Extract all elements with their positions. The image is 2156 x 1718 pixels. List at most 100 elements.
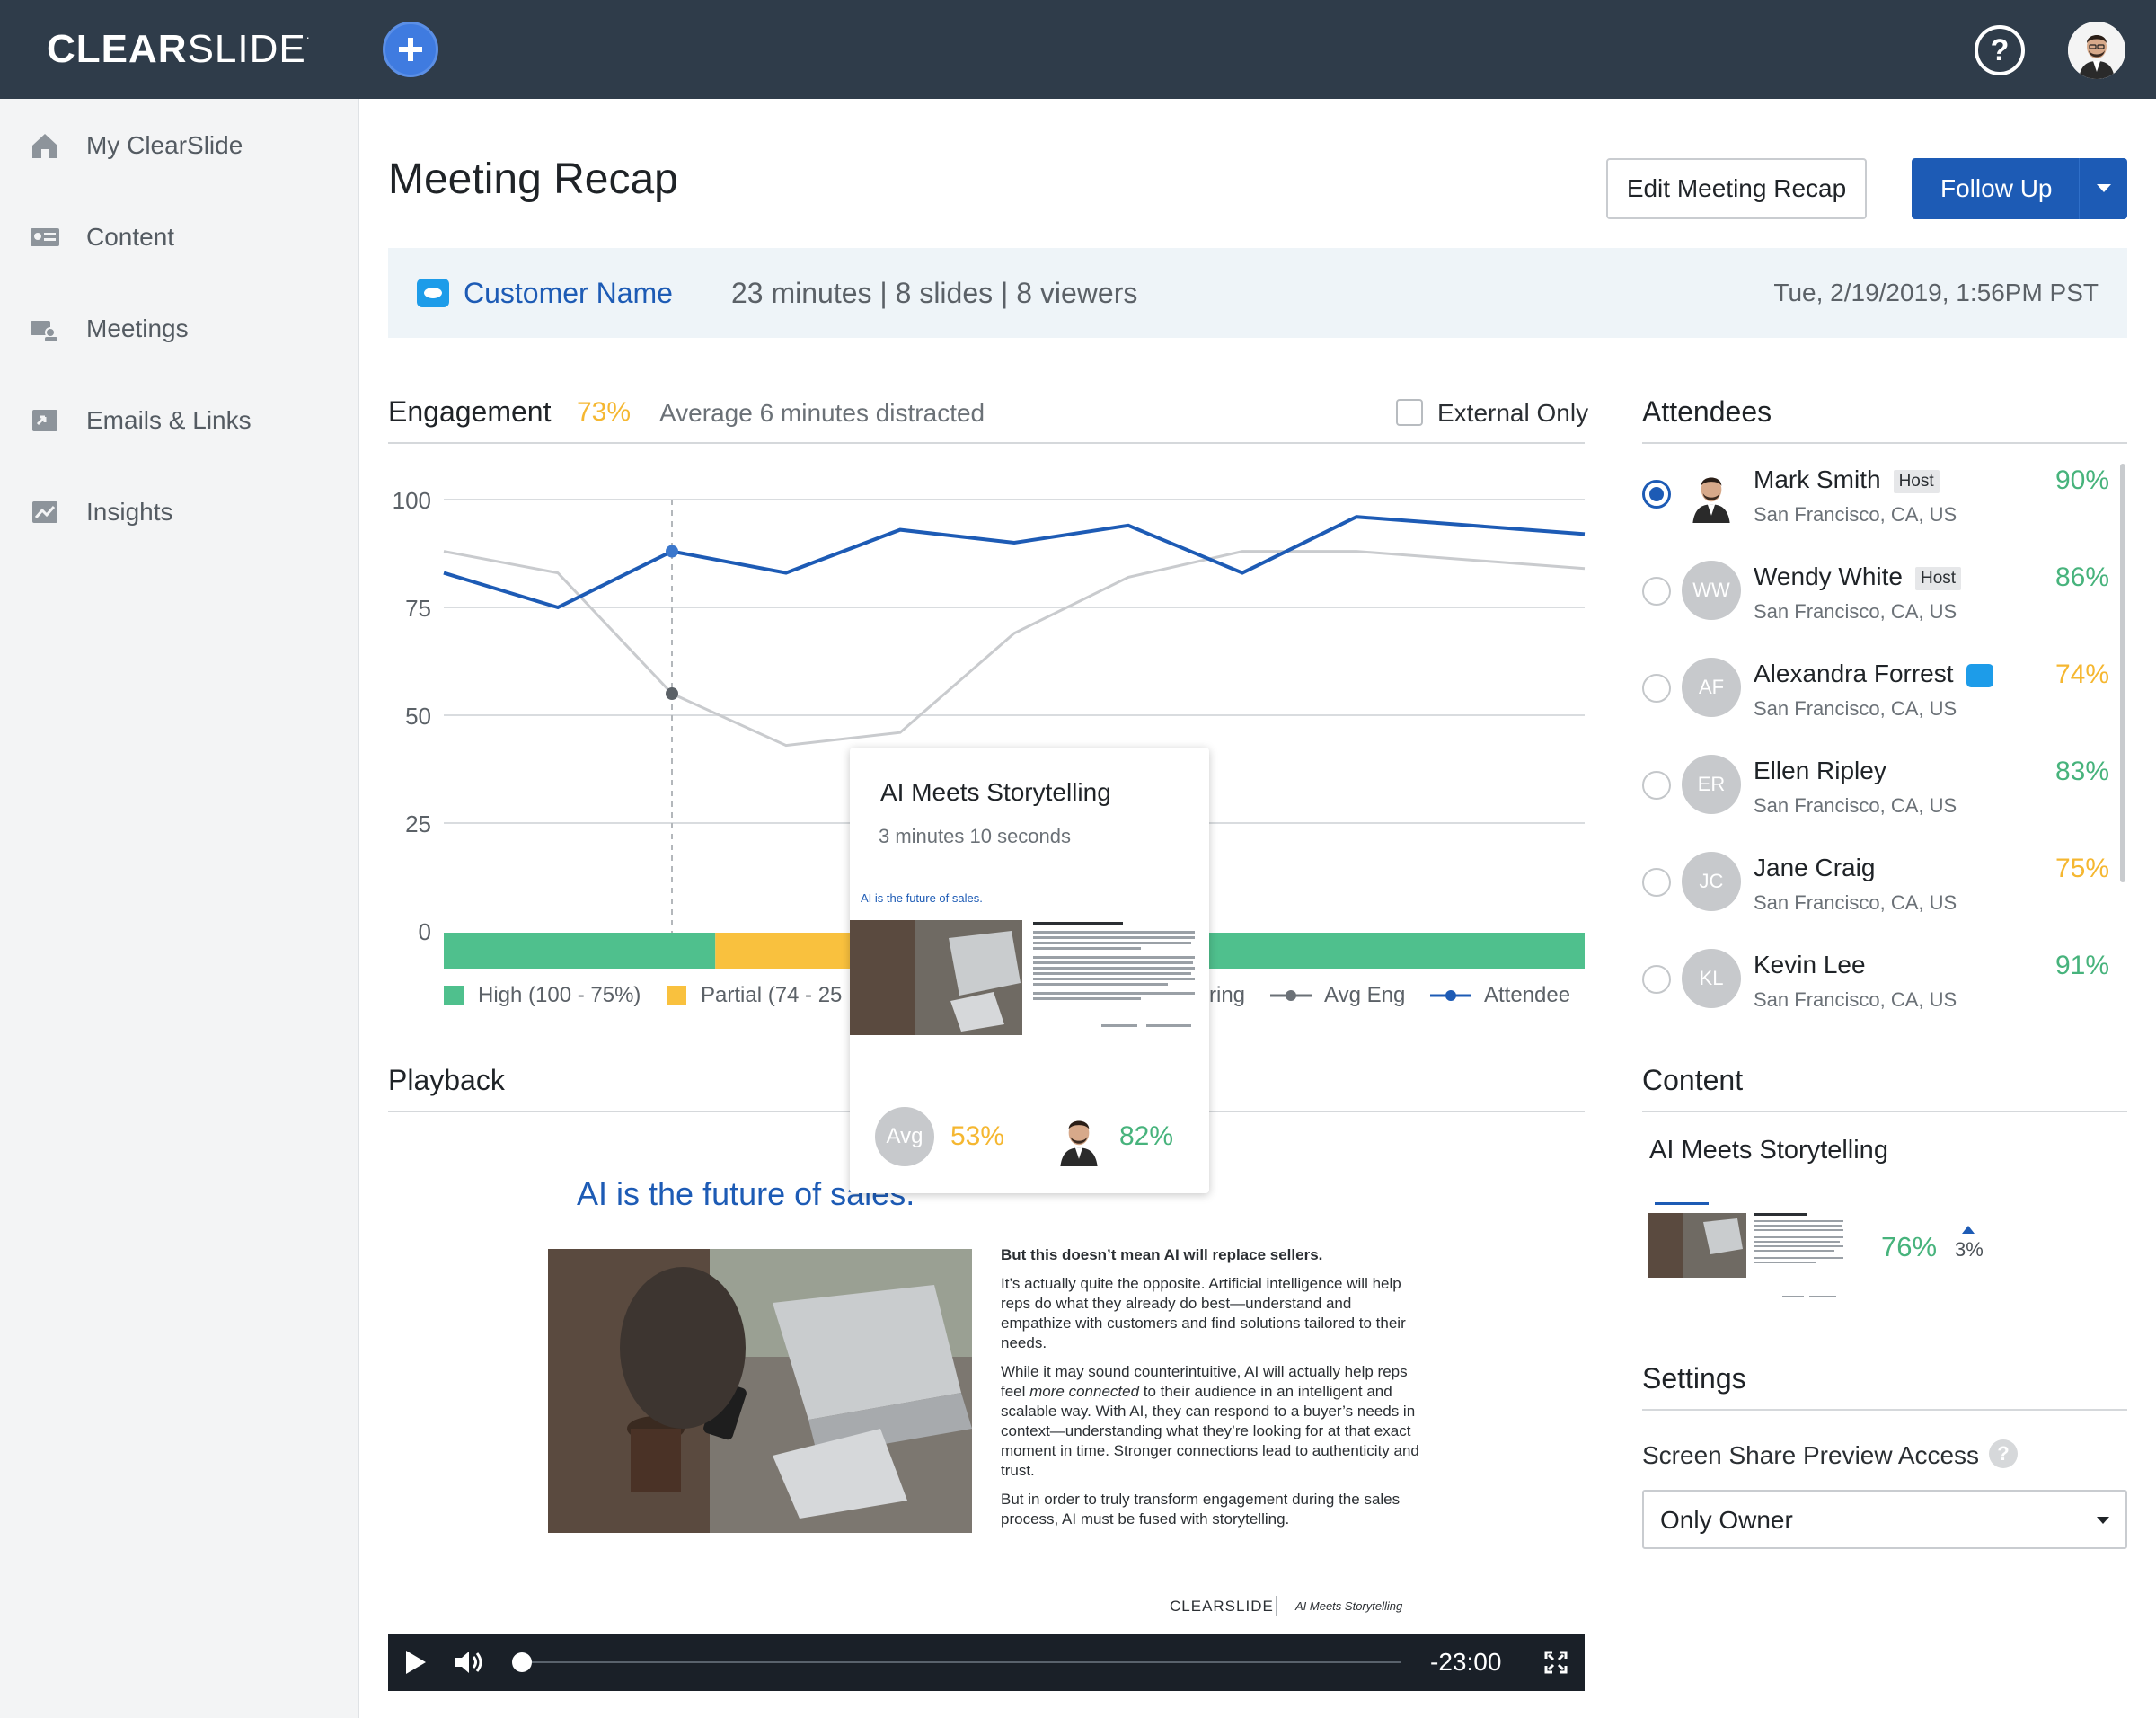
question-mark-icon: ? bbox=[1990, 32, 2010, 67]
sidebar-item-insights[interactable]: Insights bbox=[0, 476, 358, 548]
external-only-checkbox[interactable] bbox=[1396, 399, 1423, 426]
attendee-avatar: KL bbox=[1682, 949, 1741, 1008]
attendee-row[interactable]: WW Wendy White Host San Francisco, CA, US 86… bbox=[1642, 561, 2109, 658]
attendee-name-text: Alexandra Forrest bbox=[1754, 660, 1954, 687]
meeting-meta: 23 minutes | 8 slides | 8 viewers bbox=[731, 277, 1138, 309]
content-item-thumbnail[interactable] bbox=[1648, 1195, 1852, 1310]
attendee-engagement-score: 90% bbox=[2054, 465, 2109, 495]
create-new-button[interactable] bbox=[383, 22, 438, 77]
top-bar: CLEARSLIDE. ? bbox=[0, 0, 2156, 99]
attendee-location: San Francisco, CA, US bbox=[1754, 503, 1957, 526]
sidebar-item-meetings[interactable]: Meetings bbox=[0, 293, 358, 365]
slide-paragraph-1: It’s actually quite the opposite. Artifi… bbox=[1001, 1275, 1406, 1351]
tooltip-avg-avatar: Avg bbox=[875, 1107, 934, 1166]
attendees-scrollbar[interactable] bbox=[2120, 464, 2125, 882]
clearslide-logo[interactable]: CLEARSLIDE. bbox=[47, 27, 311, 72]
help-icon[interactable]: ? bbox=[1989, 1439, 2018, 1468]
playback-scrubber-handle[interactable] bbox=[512, 1652, 532, 1672]
attendee-name-text: Ellen Ripley bbox=[1754, 757, 1886, 784]
legend-partial: Partial (74 - 25 bbox=[667, 983, 842, 1008]
slide-text-heading: But this doesn’t mean AI will replace se… bbox=[1001, 1246, 1323, 1263]
attendee-name-text: Kevin Lee bbox=[1754, 951, 1866, 979]
sidebar-item-content[interactable]: Content bbox=[0, 201, 358, 273]
help-button[interactable]: ? bbox=[1975, 25, 2025, 75]
divider bbox=[1642, 442, 2127, 444]
attendee-row[interactable]: Mark Smith Host San Francisco, CA, US 90% bbox=[1642, 464, 2109, 561]
divider bbox=[1642, 1409, 2127, 1411]
customer-name-link[interactable]: Customer Name bbox=[464, 277, 673, 310]
attendee-name: Jane Craig bbox=[1754, 854, 1875, 882]
attendee-row[interactable]: ER Ellen Ripley San Francisco, CA, US 83% bbox=[1642, 755, 2109, 852]
sidebar-item-label: Content bbox=[86, 223, 175, 251]
attendees-title: Attendees bbox=[1642, 395, 1772, 428]
attendee-location: San Francisco, CA, US bbox=[1754, 988, 1957, 1011]
legend-high-label: High (100 - 75%) bbox=[478, 983, 641, 1007]
attendee-radio[interactable] bbox=[1642, 674, 1671, 703]
attendee-photo-avatar bbox=[1682, 464, 1741, 523]
legend-partial-label: Partial (74 - 25 bbox=[701, 983, 843, 1007]
follow-up-label: Follow Up bbox=[1940, 174, 2053, 202]
content-engagement-score: 76% bbox=[1881, 1231, 1938, 1262]
divider bbox=[1642, 1111, 2127, 1112]
attendee-radio[interactable] bbox=[1642, 480, 1671, 509]
fullscreen-icon[interactable] bbox=[1543, 1650, 1568, 1675]
volume-icon[interactable] bbox=[453, 1648, 485, 1677]
external-only-label[interactable]: External Only bbox=[1437, 399, 1588, 428]
follow-up-button[interactable]: Follow Up bbox=[1912, 158, 2127, 219]
attendee-radio[interactable] bbox=[1642, 965, 1671, 994]
legend-avg-eng: Avg Eng bbox=[1270, 983, 1405, 1008]
content-item-name[interactable]: AI Meets Storytelling bbox=[1649, 1136, 1888, 1165]
tooltip-slide-title: AI Meets Storytelling bbox=[880, 778, 1111, 806]
user-avatar-button[interactable] bbox=[2068, 22, 2125, 79]
attendee-name-text: Jane Craig bbox=[1754, 854, 1876, 881]
legend-attendee-marker bbox=[1430, 990, 1471, 1001]
host-badge: Host bbox=[1893, 469, 1940, 493]
engagement-bar-segment-partial bbox=[715, 933, 855, 969]
tooltip-duration: 3 minutes 10 seconds bbox=[879, 825, 1072, 847]
edit-meeting-recap-button[interactable]: Edit Meeting Recap bbox=[1606, 158, 1867, 219]
attendee-engagement-score: 86% bbox=[2054, 562, 2109, 592]
attendee-engagement-score: 83% bbox=[2054, 757, 2109, 786]
series-point-attendee bbox=[666, 545, 678, 558]
y-tick-label: 50 bbox=[405, 703, 431, 730]
legend-partial-swatch bbox=[667, 986, 686, 1005]
attendee-engagement-score: 74% bbox=[2054, 660, 2109, 689]
attendee-row[interactable]: KL Kevin Lee San Francisco, CA, US 91% bbox=[1642, 949, 2109, 1046]
user-portrait-icon bbox=[2068, 22, 2125, 79]
attendee-row[interactable]: AF Alexandra Forrest San Francisco, CA, US… bbox=[1642, 658, 2109, 755]
attendee-radio[interactable] bbox=[1642, 577, 1671, 606]
content-engagement-delta: 3% bbox=[1955, 1238, 1984, 1261]
sidebar-item-label: Meetings bbox=[86, 314, 189, 342]
attendee-avatar: ER bbox=[1682, 755, 1741, 814]
trend-up-icon bbox=[1962, 1226, 1975, 1234]
series-line-attendee bbox=[443, 515, 1586, 610]
salesforce-icon bbox=[417, 279, 449, 307]
attendee-radio[interactable] bbox=[1642, 771, 1671, 800]
tooltip-avg-score: 53% bbox=[950, 1121, 1005, 1151]
chevron-down-icon bbox=[2097, 1517, 2109, 1524]
sidebar-item-emails-links[interactable]: Emails & Links bbox=[0, 385, 358, 456]
playback-scrubber-track[interactable] bbox=[521, 1661, 1401, 1663]
y-tick-label: 75 bbox=[405, 595, 431, 622]
tooltip-attendee-score: 82% bbox=[1119, 1121, 1174, 1151]
meetings-icon bbox=[31, 321, 57, 341]
sidebar-item-my-clearslide[interactable]: My ClearSlide bbox=[0, 110, 358, 182]
follow-up-dropdown-toggle[interactable] bbox=[2079, 158, 2127, 219]
legend-avg-eng-label: Avg Eng bbox=[1324, 983, 1406, 1007]
slide-body-text: But this doesn’t mean AI will replace se… bbox=[1001, 1245, 1423, 1538]
settings-title: Settings bbox=[1642, 1362, 1746, 1395]
play-icon[interactable] bbox=[401, 1648, 429, 1677]
attendee-row[interactable]: JC Jane Craig San Francisco, CA, US 75% bbox=[1642, 852, 2109, 949]
attendee-location: San Francisco, CA, US bbox=[1754, 891, 1957, 914]
attendee-radio[interactable] bbox=[1642, 868, 1671, 897]
screen-share-access-select[interactable]: Only Owner bbox=[1642, 1490, 2127, 1549]
attendee-name-text: Mark Smith bbox=[1754, 465, 1881, 493]
y-tick-label: 100 bbox=[393, 487, 431, 514]
sidebar-item-label: Insights bbox=[86, 498, 173, 526]
tooltip-slide-thumbnail: AI is the future of sales. bbox=[850, 884, 1209, 1091]
legend-distracted-label: ring bbox=[1209, 983, 1246, 1007]
attendee-engagement-score: 91% bbox=[2054, 951, 2109, 980]
caret-down-icon bbox=[2096, 184, 2111, 192]
video-player-controls: -23:00 bbox=[388, 1634, 1585, 1691]
slide-footer-logo: CLEARSLIDE bbox=[1170, 1598, 1274, 1615]
